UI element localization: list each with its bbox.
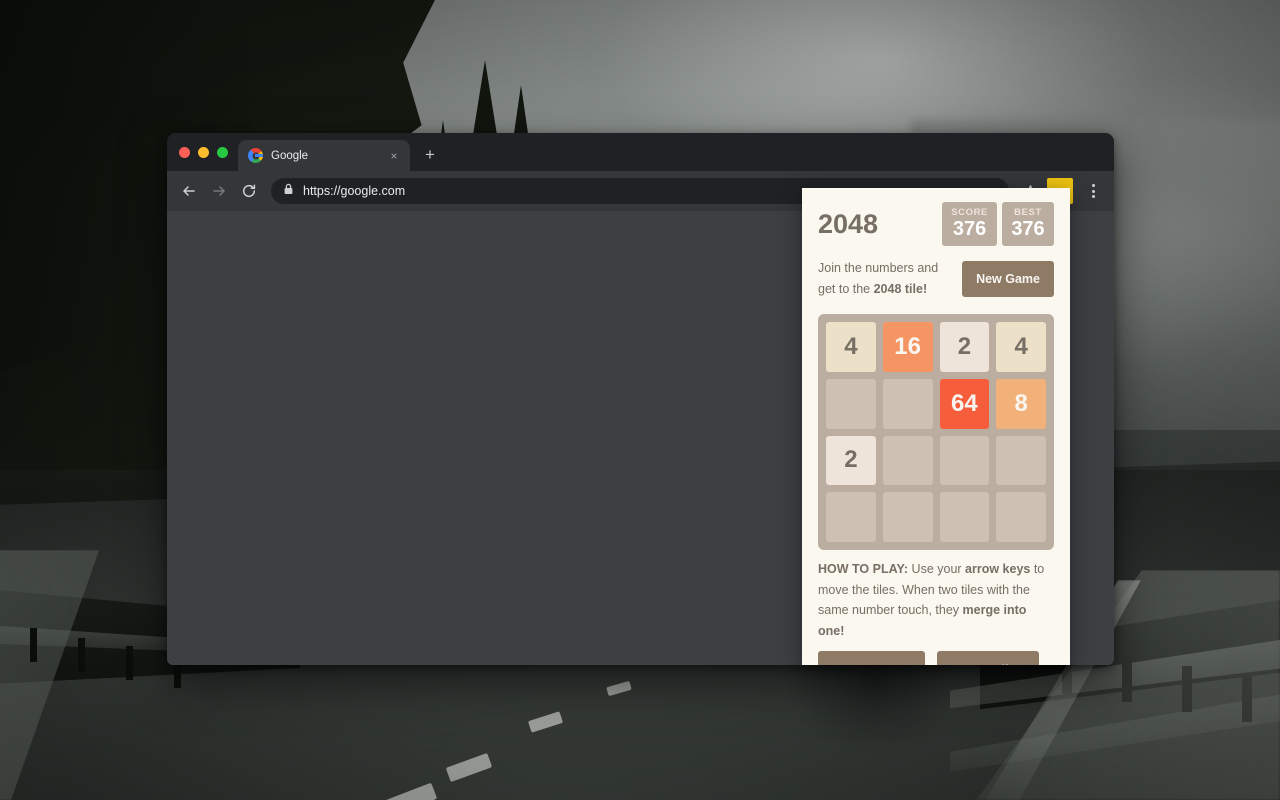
tile[interactable]: 8	[996, 378, 1046, 429]
page-title: 2048	[818, 209, 879, 239]
empty-cell[interactable]	[882, 435, 933, 486]
empty-cell[interactable]	[996, 492, 1046, 542]
popup-subheader: Join the numbers and get to the 2048 til…	[818, 258, 1054, 300]
best-score-box: BEST 376	[1002, 202, 1054, 246]
window-minimize-button[interactable]	[198, 146, 209, 158]
game-board[interactable]: 4 16 2 4 64 8 2	[818, 314, 1054, 550]
score-label: SCORE	[951, 207, 988, 218]
best-value: 376	[1011, 218, 1045, 240]
arrow-right-icon[interactable]	[205, 177, 233, 205]
score-box: SCORE 376	[942, 202, 997, 246]
how-to-play-part-1: Use your	[908, 562, 966, 576]
guardrail-post	[126, 646, 133, 680]
tab-strip: Google × +	[167, 133, 1114, 171]
best-label: BEST	[1014, 207, 1042, 218]
empty-cell[interactable]	[826, 378, 876, 429]
how-to-play-bold-1: arrow keys	[965, 562, 1031, 576]
intro-text: Join the numbers and get to the 2048 til…	[818, 258, 938, 300]
intro-line-2-prefix: get to the	[818, 282, 874, 296]
close-icon[interactable]: ×	[386, 148, 402, 164]
new-tab-button[interactable]: +	[416, 141, 444, 169]
extension-popup-2048: 2048 SCORE 376 BEST 376 Join the numbers…	[802, 188, 1070, 665]
2048-online-button[interactable]: 2048 Online	[937, 651, 1040, 665]
intro-line-2-bold: 2048 tile!	[873, 282, 928, 296]
score-value: 376	[952, 218, 987, 240]
how-to-play-text: HOW TO PLAY: Use your arrow keys to move…	[818, 559, 1054, 641]
empty-cell[interactable]	[882, 378, 933, 429]
intro-line-1: Join the numbers and	[818, 261, 939, 275]
empty-cell[interactable]	[939, 435, 990, 486]
more-games-button[interactable]: More Games	[818, 651, 926, 665]
menu-dot	[1091, 195, 1095, 198]
empty-cell[interactable]	[882, 492, 933, 542]
new-game-button[interactable]: New Game	[962, 261, 1054, 297]
tab-google[interactable]: Google ×	[238, 140, 410, 171]
popup-header: 2048 SCORE 376 BEST 376	[818, 202, 1054, 250]
reload-icon[interactable]	[235, 177, 263, 205]
desktop-background: Google × + https://google.com 2048 SCORE…	[0, 0, 1280, 800]
window-maximize-button[interactable]	[217, 146, 228, 158]
guardrail-post	[78, 638, 85, 672]
tile[interactable]: 4	[996, 322, 1046, 372]
tile[interactable]: 2	[939, 322, 990, 372]
menu-dot	[1091, 184, 1095, 187]
popup-footer: More Games 2048 Online	[818, 651, 1054, 665]
guardrail-post	[30, 628, 37, 662]
url-text: https://google.com	[303, 184, 406, 198]
tab-title: Google	[271, 149, 309, 162]
tile[interactable]: 64	[939, 378, 990, 429]
menu-dot	[1091, 189, 1095, 193]
window-controls	[175, 133, 238, 171]
score-container: SCORE 376 BEST 376	[942, 202, 1054, 246]
arrow-left-icon[interactable]	[175, 177, 203, 205]
three-dots-vertical-icon[interactable]	[1080, 178, 1106, 204]
empty-cell[interactable]	[939, 492, 990, 542]
empty-cell[interactable]	[826, 492, 876, 542]
tile[interactable]: 2	[826, 435, 876, 486]
how-to-play-heading: HOW TO PLAY:	[818, 562, 909, 576]
window-close-button[interactable]	[179, 146, 190, 158]
google-icon	[248, 148, 263, 163]
tile[interactable]: 16	[882, 322, 933, 372]
empty-cell[interactable]	[996, 435, 1046, 486]
lock-icon	[283, 182, 294, 200]
tile[interactable]: 4	[826, 322, 876, 372]
